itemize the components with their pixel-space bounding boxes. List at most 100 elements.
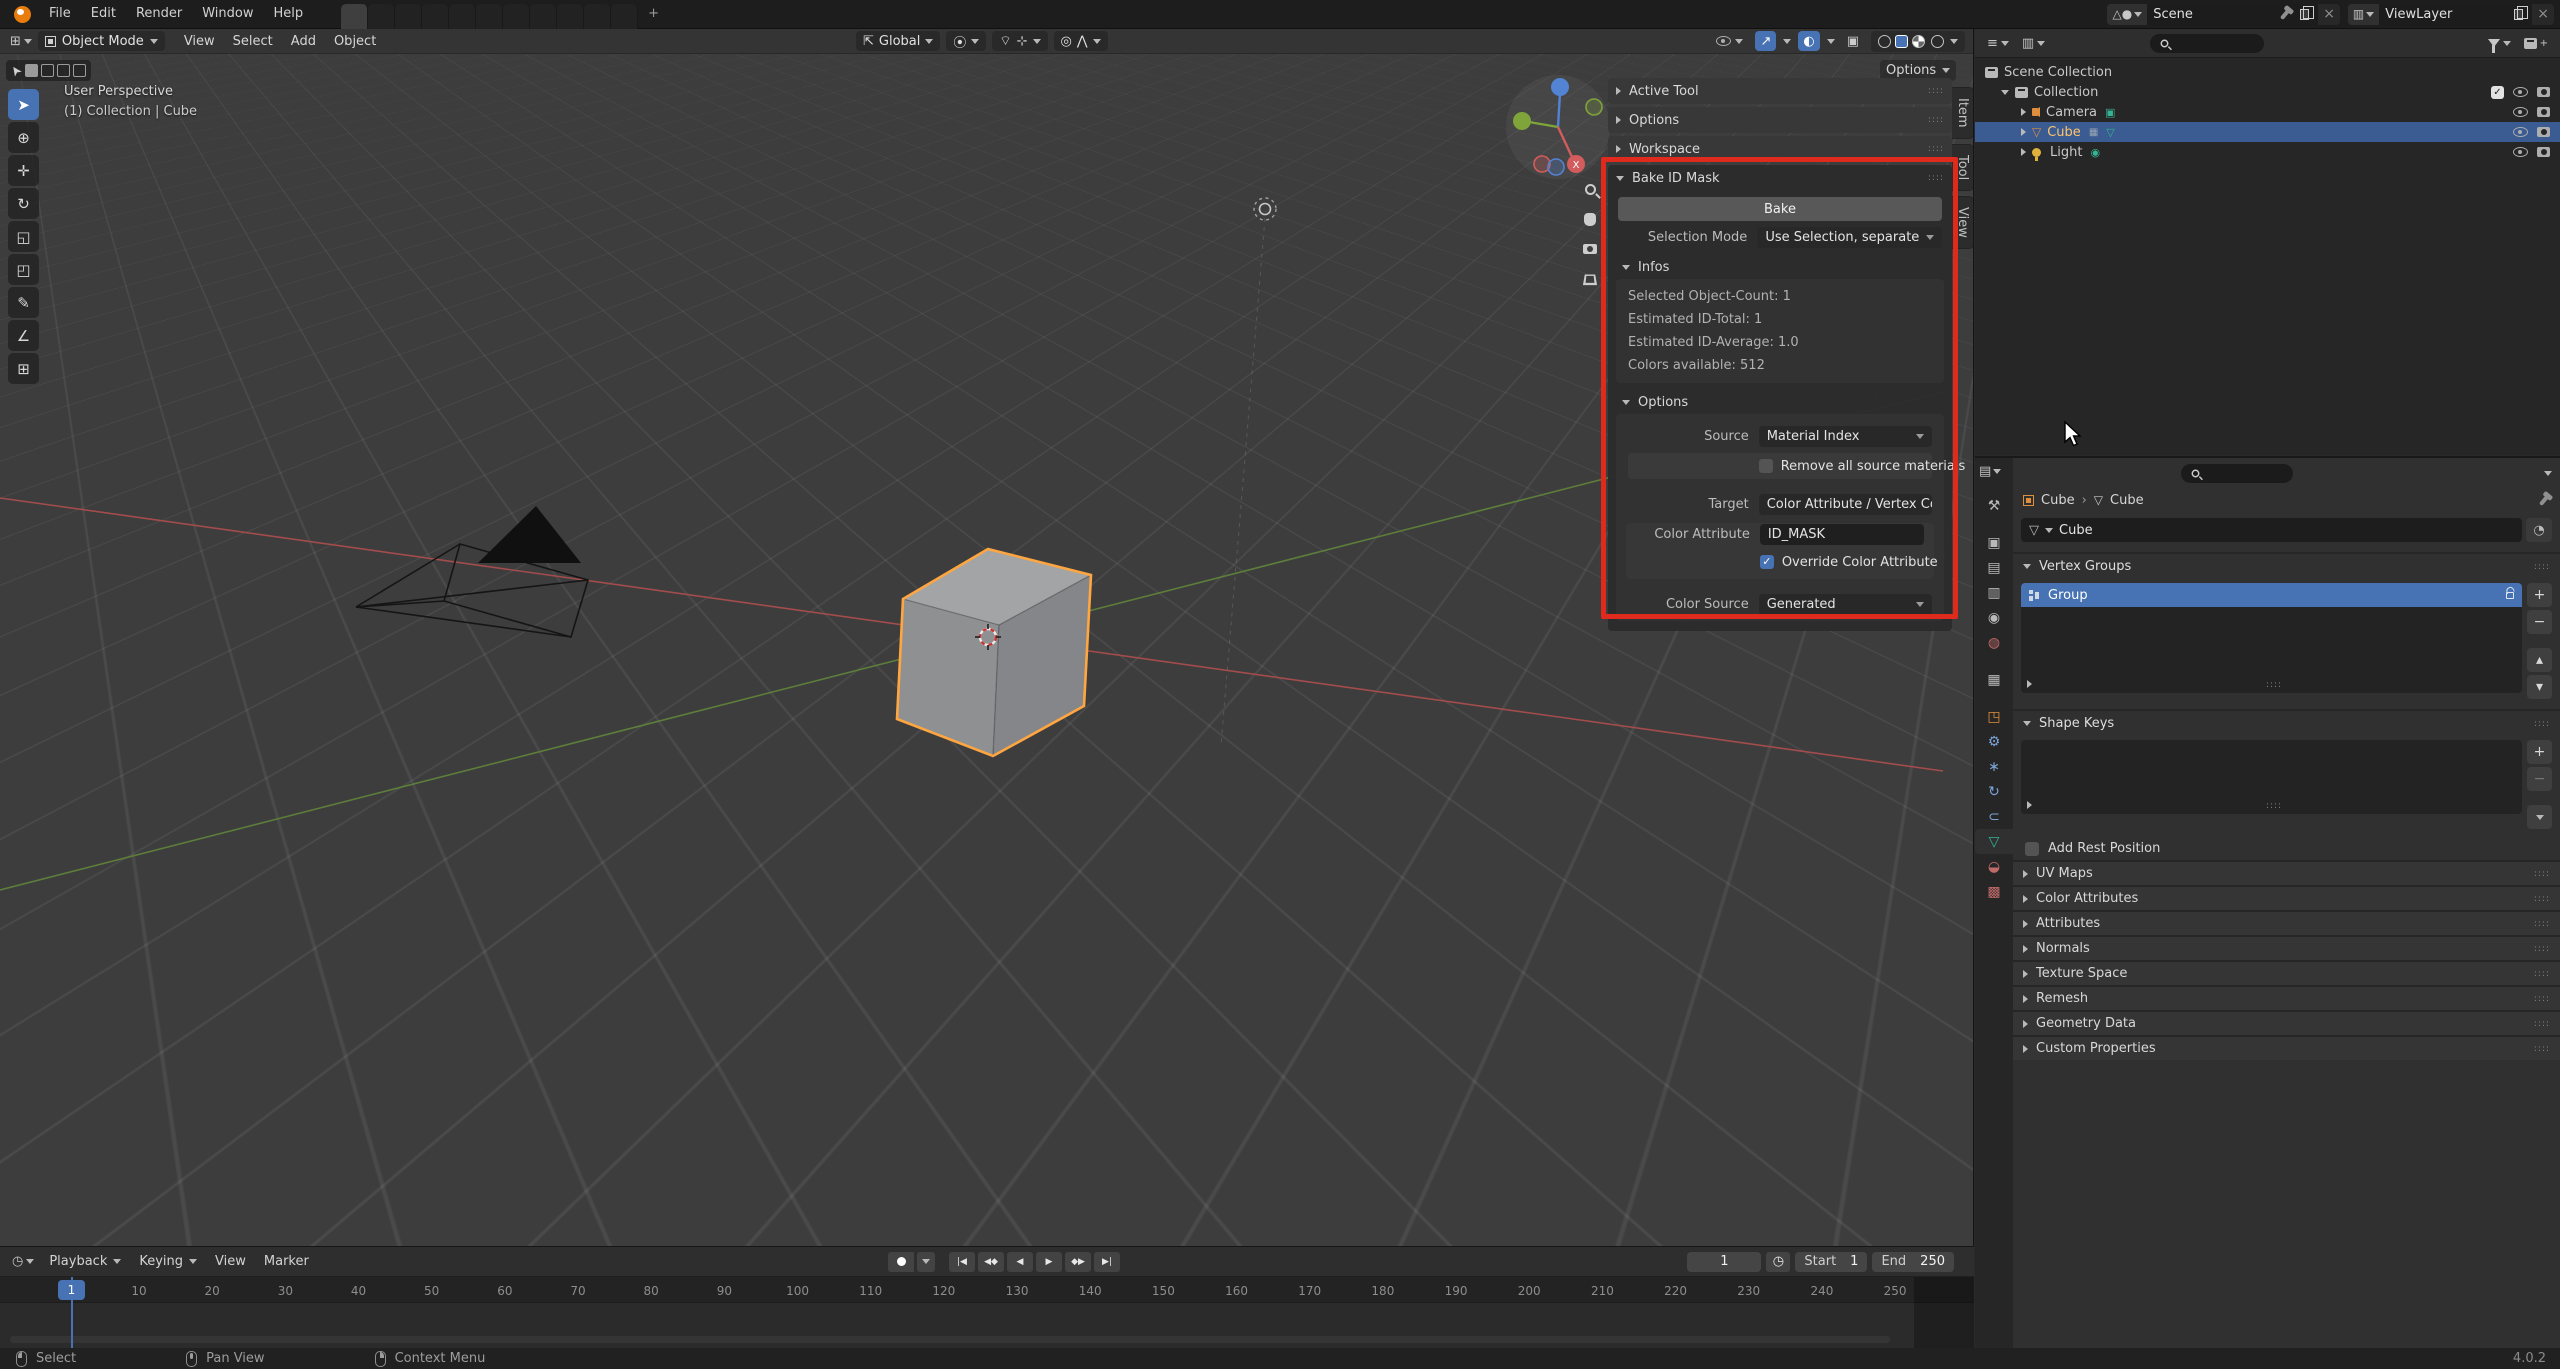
overlays-dropdown-icon[interactable] xyxy=(1827,39,1835,44)
remove-shape-key-button[interactable]: − xyxy=(2527,767,2552,791)
collapsed-properties-panel[interactable]: UV Maps :::: xyxy=(2013,860,2560,885)
delete-scene-button[interactable]: × xyxy=(2318,6,2340,22)
color-source-dropdown[interactable]: Generated xyxy=(1759,594,1932,615)
workspace-tab[interactable] xyxy=(422,4,449,29)
hide-viewport-eye-icon[interactable] xyxy=(2513,87,2528,97)
timeline-ruler[interactable]: 1020304050607080901001101201301401501601… xyxy=(0,1277,1974,1303)
menu-item[interactable]: Edit xyxy=(81,3,126,25)
outliner-search-input[interactable] xyxy=(2150,34,2264,53)
show-hide-dropdown[interactable] xyxy=(1711,31,1748,51)
timeline-menu-item[interactable]: Marker xyxy=(255,1254,318,1269)
pin-icon[interactable] xyxy=(2280,9,2290,20)
physics-icon[interactable]: ↻ xyxy=(1975,779,2013,804)
pin-id-icon[interactable] xyxy=(2539,495,2549,506)
select-mode-new-icon[interactable] xyxy=(25,64,38,77)
outliner-row-cube[interactable]: ▽ Cube ▦ ▽ xyxy=(1975,122,2560,142)
source-dropdown[interactable]: Material Index xyxy=(1759,426,1932,447)
viewport-menu-item[interactable]: View xyxy=(175,34,224,49)
panel-drag-handle[interactable]: :::: xyxy=(2534,1044,2550,1054)
sidebar-tab[interactable]: Item xyxy=(1952,87,1974,139)
filter-view-layer-dropdown[interactable]: ▥ xyxy=(2018,34,2049,53)
move-group-down-button[interactable]: ▾ xyxy=(2527,675,2552,699)
bake-panel-header[interactable]: Bake ID Mask :::: xyxy=(1608,165,1952,191)
timeline-scrollbar[interactable] xyxy=(10,1336,1890,1343)
object-data-icon[interactable]: ▽ xyxy=(1975,829,2013,854)
disclosure-collapsed-icon[interactable] xyxy=(2021,128,2026,136)
keying-set-dropdown[interactable] xyxy=(917,1252,935,1272)
object-icon[interactable]: ◳ xyxy=(1975,704,2013,729)
menu-item[interactable]: File xyxy=(39,3,81,25)
panel-drag-handle[interactable]: :::: xyxy=(2534,894,2550,904)
options-subpanel-header[interactable]: Options xyxy=(1622,395,1938,410)
snap-controls[interactable]: ⌔ ⊹ xyxy=(992,31,1047,51)
mesh-name-field[interactable]: ▽ Cube xyxy=(2021,518,2522,542)
wireframe-shading-icon[interactable] xyxy=(1878,35,1891,48)
workspace-tab[interactable] xyxy=(368,4,395,29)
panel-drag-handle[interactable]: :::: xyxy=(2534,969,2550,979)
add-cube-tool[interactable]: ⊞ xyxy=(8,353,39,384)
frame-end-field[interactable]: End250 xyxy=(1872,1252,1954,1272)
zoom-view-button[interactable] xyxy=(1580,179,1600,199)
move-group-up-button[interactable]: ▴ xyxy=(2527,648,2552,672)
hide-viewport-eye-icon[interactable] xyxy=(2513,127,2528,137)
vertex-groups-header[interactable]: Vertex Groups :::: xyxy=(2013,554,2560,579)
select-mode-intersect-icon[interactable] xyxy=(73,64,86,77)
add-workspace-button[interactable]: + xyxy=(638,2,669,26)
add-rest-position-checkbox[interactable] xyxy=(2025,842,2039,856)
new-scene-button[interactable] xyxy=(2300,9,2309,20)
measure-tool[interactable]: ∠ xyxy=(8,320,39,351)
transform-orientation-dropdown[interactable]: ⇱ Global xyxy=(856,31,940,51)
panel-drag-handle[interactable]: :::: xyxy=(2534,562,2550,572)
solid-shading-icon[interactable] xyxy=(1895,35,1908,48)
play-button[interactable]: ▶ xyxy=(1036,1252,1062,1272)
collapsed-panel-header[interactable]: Workspace :::: xyxy=(1608,136,1952,162)
frame-start-field[interactable]: Start1 xyxy=(1795,1252,1867,1272)
list-filter-disclosure-icon[interactable] xyxy=(2027,680,2032,688)
constraints-icon[interactable]: ⊂ xyxy=(1975,804,2013,829)
current-frame-field[interactable]: 1 xyxy=(1687,1252,1761,1272)
workspace-tab[interactable] xyxy=(611,4,638,29)
workspace-tab[interactable] xyxy=(530,4,557,29)
panel-drag-handle[interactable]: :::: xyxy=(1928,173,1944,183)
properties-search-input[interactable] xyxy=(2181,464,2293,483)
list-filter-disclosure-icon[interactable] xyxy=(2027,801,2032,809)
camera-view-button[interactable] xyxy=(1580,239,1600,259)
sidebar-tab[interactable]: Tool xyxy=(1952,144,1974,191)
transform-tool[interactable]: ◰ xyxy=(8,254,39,285)
breadcrumb-object[interactable]: Cube xyxy=(2041,493,2075,508)
remove-materials-checkbox[interactable] xyxy=(1759,459,1773,473)
list-resize-handle[interactable]: :::: xyxy=(2266,801,2282,811)
list-resize-handle[interactable]: :::: xyxy=(2266,680,2282,690)
blender-logo-icon[interactable] xyxy=(14,6,31,23)
editor-type-button[interactable]: ▤ xyxy=(1979,464,2009,479)
breadcrumb-data[interactable]: Cube xyxy=(2110,493,2144,508)
properties-options-dropdown[interactable] xyxy=(2544,471,2552,476)
target-dropdown[interactable]: Color Attribute / Vertex Color xyxy=(1759,494,1932,515)
panel-drag-handle[interactable]: :::: xyxy=(2534,919,2550,929)
collapsed-properties-panel[interactable]: Normals :::: xyxy=(2013,935,2560,960)
disclosure-collapsed-icon[interactable] xyxy=(2021,148,2026,156)
playhead-badge[interactable]: 1 xyxy=(58,1280,85,1300)
lock-open-icon[interactable] xyxy=(2506,592,2514,599)
auto-keyframe-record-button[interactable] xyxy=(888,1252,914,1272)
collapsed-panel-header[interactable]: Active Tool :::: xyxy=(1608,78,1952,104)
panel-drag-handle[interactable]: :::: xyxy=(2534,1019,2550,1029)
collection-icon[interactable]: ▦ xyxy=(1975,667,2013,692)
collapsed-properties-panel[interactable]: Geometry Data :::: xyxy=(2013,1010,2560,1035)
texture-icon[interactable]: ▩ xyxy=(1975,879,2013,904)
add-shape-key-button[interactable]: + xyxy=(2527,740,2552,764)
disable-render-camera-icon[interactable] xyxy=(2537,107,2550,117)
workspace-tab[interactable] xyxy=(503,4,530,29)
jump-to-start-button[interactable]: |◀ xyxy=(949,1252,975,1272)
play-reverse-button[interactable]: ◀ xyxy=(1007,1252,1033,1272)
scene-icon[interactable]: ◉ xyxy=(1975,605,2013,630)
bake-button[interactable]: Bake xyxy=(1618,197,1942,221)
modifiers-icon[interactable]: ⚙ xyxy=(1975,729,2013,754)
collapsed-properties-panel[interactable]: Color Attributes :::: xyxy=(2013,885,2560,910)
show-gizmo-button[interactable]: ↗ xyxy=(1755,31,1776,51)
prev-keyframe-button[interactable]: ◀◆ xyxy=(978,1252,1004,1272)
panel-drag-handle[interactable]: :::: xyxy=(1928,115,1944,125)
output-icon[interactable]: ▤ xyxy=(1975,555,2013,580)
mode-dropdown[interactable]: Object Mode xyxy=(38,31,165,51)
filter-dropdown[interactable] xyxy=(2484,37,2515,49)
